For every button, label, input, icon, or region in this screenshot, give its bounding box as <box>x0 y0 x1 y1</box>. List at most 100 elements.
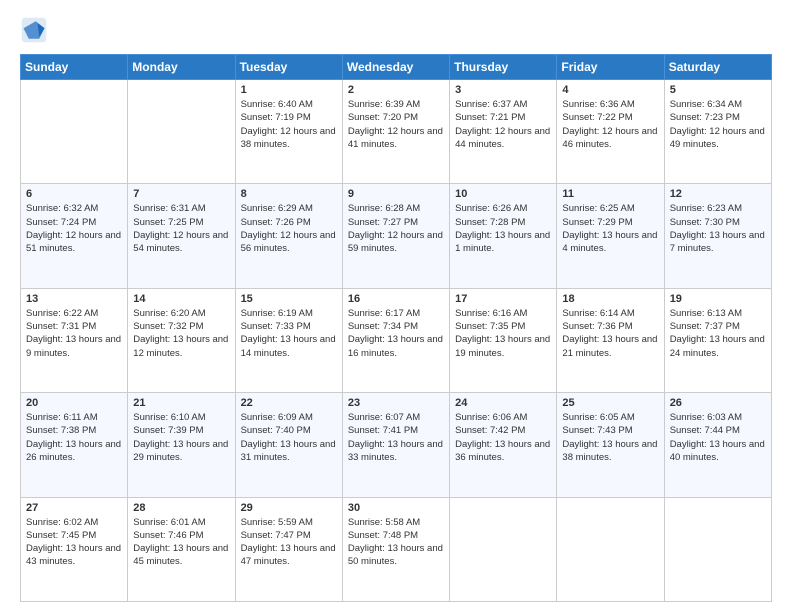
calendar-cell-w2d0: 13 Sunrise: 6:22 AMSunset: 7:31 PMDayligh… <box>21 288 128 392</box>
day-number: 12 <box>670 188 766 200</box>
day-number: 26 <box>670 397 766 409</box>
day-number: 16 <box>348 293 444 305</box>
cell-content: Sunrise: 6:22 AMSunset: 7:31 PMDaylight:… <box>26 307 122 360</box>
calendar-table: SundayMondayTuesdayWednesdayThursdayFrid… <box>20 54 772 602</box>
day-number: 30 <box>348 502 444 514</box>
calendar-cell-w2d6: 19 Sunrise: 6:13 AMSunset: 7:37 PMDayligh… <box>664 288 771 392</box>
cell-content: Sunrise: 6:25 AMSunset: 7:29 PMDaylight:… <box>562 202 658 255</box>
calendar-cell-w0d2: 1 Sunrise: 6:40 AMSunset: 7:19 PMDaylight… <box>235 80 342 184</box>
page: SundayMondayTuesdayWednesdayThursdayFrid… <box>0 0 792 612</box>
calendar-cell-w2d3: 16 Sunrise: 6:17 AMSunset: 7:34 PMDayligh… <box>342 288 449 392</box>
cell-content: Sunrise: 5:58 AMSunset: 7:48 PMDaylight:… <box>348 516 444 569</box>
col-header-sunday: Sunday <box>21 55 128 80</box>
calendar-cell-w1d4: 10Sunrise: 6:26 AMSunset: 7:28 PMDayligh… <box>450 184 557 288</box>
day-number: 8 <box>241 188 337 200</box>
cell-content: Sunrise: 6:09 AMSunset: 7:40 PMDaylight:… <box>241 411 337 464</box>
day-number: 2 <box>348 84 444 96</box>
cell-content: Sunrise: 6:32 AMSunset: 7:24 PMDaylight:… <box>26 202 122 255</box>
day-number: 4 <box>562 84 658 96</box>
cell-content: Sunrise: 6:28 AMSunset: 7:27 PMDaylight:… <box>348 202 444 255</box>
calendar-cell-w0d5: 4 Sunrise: 6:36 AMSunset: 7:22 PMDaylight… <box>557 80 664 184</box>
calendar-cell-w3d0: 20 Sunrise: 6:11 AMSunset: 7:38 PMDayligh… <box>21 393 128 497</box>
cell-content: Sunrise: 6:02 AMSunset: 7:45 PMDaylight:… <box>26 516 122 569</box>
calendar-cell-w3d1: 21 Sunrise: 6:10 AMSunset: 7:39 PMDayligh… <box>128 393 235 497</box>
calendar-header-row: SundayMondayTuesdayWednesdayThursdayFrid… <box>21 55 772 80</box>
calendar-cell-w3d3: 23 Sunrise: 6:07 AMSunset: 7:41 PMDayligh… <box>342 393 449 497</box>
day-number: 21 <box>133 397 229 409</box>
calendar-cell-w3d4: 24 Sunrise: 6:06 AMSunset: 7:42 PMDayligh… <box>450 393 557 497</box>
cell-content: Sunrise: 6:17 AMSunset: 7:34 PMDaylight:… <box>348 307 444 360</box>
calendar-cell-w4d0: 27Sunrise: 6:02 AMSunset: 7:45 PMDayligh… <box>21 497 128 601</box>
day-number: 20 <box>26 397 122 409</box>
calendar-cell-w4d4 <box>450 497 557 601</box>
col-header-tuesday: Tuesday <box>235 55 342 80</box>
calendar-cell-w0d3: 2 Sunrise: 6:39 AMSunset: 7:20 PMDaylight… <box>342 80 449 184</box>
logo <box>20 16 52 44</box>
calendar-week-1: 6 Sunrise: 6:32 AMSunset: 7:24 PMDaylight… <box>21 184 772 288</box>
cell-content: Sunrise: 6:39 AMSunset: 7:20 PMDaylight:… <box>348 98 444 151</box>
calendar-cell-w3d2: 22 Sunrise: 6:09 AMSunset: 7:40 PMDayligh… <box>235 393 342 497</box>
cell-content: Sunrise: 6:05 AMSunset: 7:43 PMDaylight:… <box>562 411 658 464</box>
day-number: 18 <box>562 293 658 305</box>
calendar-cell-w2d2: 15Sunrise: 6:19 AMSunset: 7:33 PMDayligh… <box>235 288 342 392</box>
calendar-cell-w0d6: 5Sunrise: 6:34 AMSunset: 7:23 PMDaylight… <box>664 80 771 184</box>
calendar-cell-w0d4: 3Sunrise: 6:37 AMSunset: 7:21 PMDaylight… <box>450 80 557 184</box>
calendar-cell-w4d3: 30 Sunrise: 5:58 AMSunset: 7:48 PMDayligh… <box>342 497 449 601</box>
calendar-cell-w0d1 <box>128 80 235 184</box>
cell-content: Sunrise: 6:11 AMSunset: 7:38 PMDaylight:… <box>26 411 122 464</box>
day-number: 11 <box>562 188 658 200</box>
day-number: 28 <box>133 502 229 514</box>
cell-content: Sunrise: 6:29 AMSunset: 7:26 PMDaylight:… <box>241 202 337 255</box>
day-number: 6 <box>26 188 122 200</box>
calendar-week-3: 20 Sunrise: 6:11 AMSunset: 7:38 PMDayligh… <box>21 393 772 497</box>
day-number: 13 <box>26 293 122 305</box>
cell-content: Sunrise: 6:16 AMSunset: 7:35 PMDaylight:… <box>455 307 551 360</box>
day-number: 3 <box>455 84 551 96</box>
calendar-cell-w4d6 <box>664 497 771 601</box>
cell-content: Sunrise: 6:03 AMSunset: 7:44 PMDaylight:… <box>670 411 766 464</box>
day-number: 23 <box>348 397 444 409</box>
day-number: 29 <box>241 502 337 514</box>
col-header-friday: Friday <box>557 55 664 80</box>
cell-content: Sunrise: 6:07 AMSunset: 7:41 PMDaylight:… <box>348 411 444 464</box>
logo-icon <box>20 16 48 44</box>
cell-content: Sunrise: 6:13 AMSunset: 7:37 PMDaylight:… <box>670 307 766 360</box>
day-number: 10 <box>455 188 551 200</box>
cell-content: Sunrise: 6:31 AMSunset: 7:25 PMDaylight:… <box>133 202 229 255</box>
cell-content: Sunrise: 6:14 AMSunset: 7:36 PMDaylight:… <box>562 307 658 360</box>
calendar-cell-w1d1: 7 Sunrise: 6:31 AMSunset: 7:25 PMDaylight… <box>128 184 235 288</box>
day-number: 25 <box>562 397 658 409</box>
calendar-cell-w3d6: 26 Sunrise: 6:03 AMSunset: 7:44 PMDayligh… <box>664 393 771 497</box>
calendar-cell-w0d0 <box>21 80 128 184</box>
calendar-cell-w3d5: 25 Sunrise: 6:05 AMSunset: 7:43 PMDayligh… <box>557 393 664 497</box>
header <box>20 16 772 44</box>
day-number: 17 <box>455 293 551 305</box>
calendar-cell-w1d2: 8 Sunrise: 6:29 AMSunset: 7:26 PMDaylight… <box>235 184 342 288</box>
calendar-cell-w2d5: 18 Sunrise: 6:14 AMSunset: 7:36 PMDayligh… <box>557 288 664 392</box>
calendar-week-4: 27Sunrise: 6:02 AMSunset: 7:45 PMDayligh… <box>21 497 772 601</box>
calendar-cell-w4d5 <box>557 497 664 601</box>
cell-content: Sunrise: 6:10 AMSunset: 7:39 PMDaylight:… <box>133 411 229 464</box>
calendar-cell-w2d1: 14 Sunrise: 6:20 AMSunset: 7:32 PMDayligh… <box>128 288 235 392</box>
day-number: 5 <box>670 84 766 96</box>
col-header-thursday: Thursday <box>450 55 557 80</box>
calendar-cell-w1d0: 6 Sunrise: 6:32 AMSunset: 7:24 PMDaylight… <box>21 184 128 288</box>
cell-content: Sunrise: 6:36 AMSunset: 7:22 PMDaylight:… <box>562 98 658 151</box>
cell-content: Sunrise: 6:06 AMSunset: 7:42 PMDaylight:… <box>455 411 551 464</box>
day-number: 1 <box>241 84 337 96</box>
day-number: 15 <box>241 293 337 305</box>
cell-content: Sunrise: 6:01 AMSunset: 7:46 PMDaylight:… <box>133 516 229 569</box>
col-header-monday: Monday <box>128 55 235 80</box>
day-number: 22 <box>241 397 337 409</box>
calendar-cell-w4d2: 29 Sunrise: 5:59 AMSunset: 7:47 PMDayligh… <box>235 497 342 601</box>
cell-content: Sunrise: 5:59 AMSunset: 7:47 PMDaylight:… <box>241 516 337 569</box>
day-number: 14 <box>133 293 229 305</box>
calendar-cell-w1d3: 9Sunrise: 6:28 AMSunset: 7:27 PMDaylight… <box>342 184 449 288</box>
day-number: 7 <box>133 188 229 200</box>
cell-content: Sunrise: 6:40 AMSunset: 7:19 PMDaylight:… <box>241 98 337 151</box>
day-number: 19 <box>670 293 766 305</box>
calendar-cell-w1d6: 12Sunrise: 6:23 AMSunset: 7:30 PMDayligh… <box>664 184 771 288</box>
day-number: 24 <box>455 397 551 409</box>
cell-content: Sunrise: 6:20 AMSunset: 7:32 PMDaylight:… <box>133 307 229 360</box>
calendar-cell-w4d1: 28 Sunrise: 6:01 AMSunset: 7:46 PMDayligh… <box>128 497 235 601</box>
